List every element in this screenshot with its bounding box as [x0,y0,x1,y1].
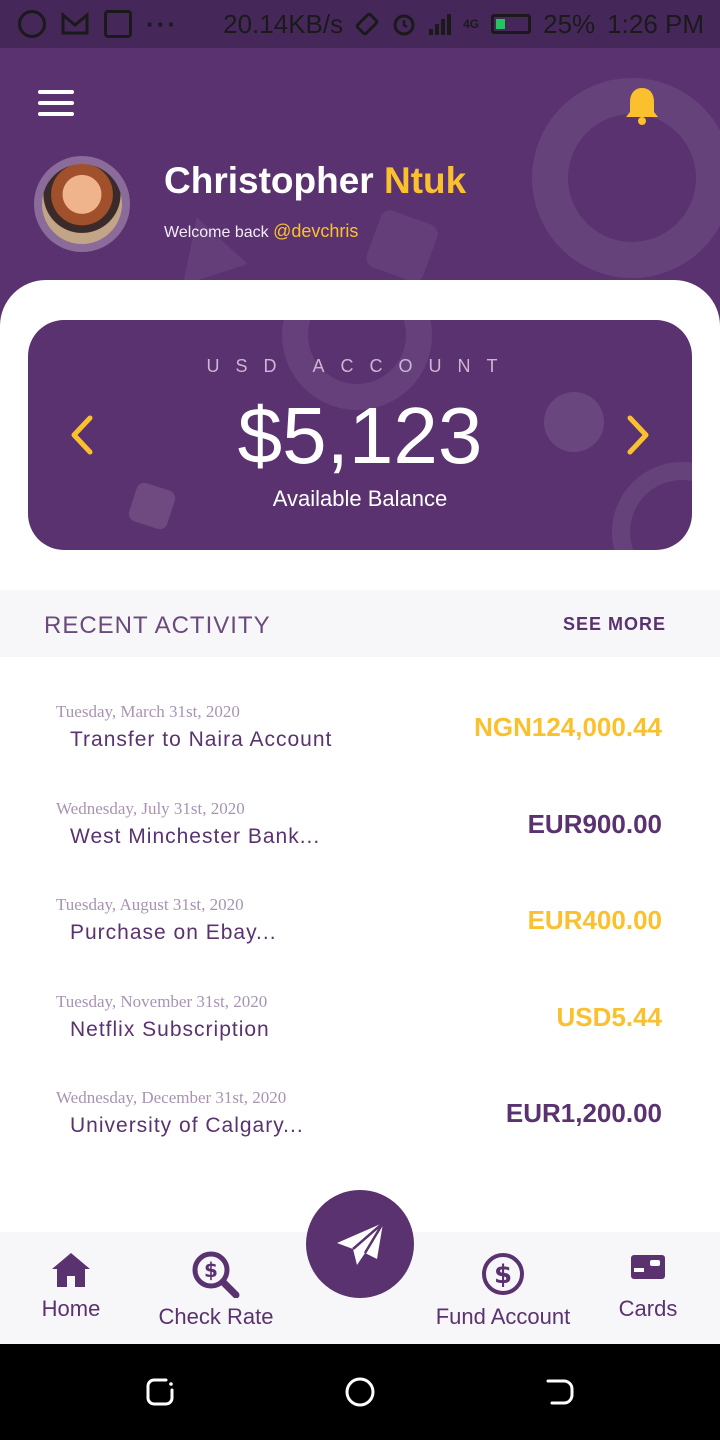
chevron-right-icon[interactable] [624,412,654,458]
chevron-left-icon[interactable] [66,412,96,458]
nav-cards[interactable]: Cards [612,1250,684,1322]
last-name: Ntuk [383,160,467,201]
menu-icon[interactable] [38,90,74,116]
svg-text:$: $ [204,1258,218,1282]
transaction-amount: EUR400.00 [527,905,662,935]
home-icon [52,1253,90,1287]
transaction-description: Netflix Subscription [70,1017,270,1041]
network-speed: 20.14KB/s [223,8,344,39]
card-icon [631,1255,665,1279]
search-dollar-icon: $ [192,1251,240,1298]
welcome-line: Welcome back @devchris [164,221,358,242]
first-name: Christopher [164,160,374,201]
nav-fund-account[interactable]: $ Fund Account [428,1250,578,1330]
system-nav-bar [0,1344,720,1440]
back-icon[interactable] [544,1376,576,1408]
svg-text:$: $ [494,1260,512,1290]
transaction-description: Transfer to Naira Account [70,728,333,751]
signal-icon [429,13,452,35]
clock: 1:26 PM [607,8,704,39]
whatsapp-icon [18,10,46,38]
transaction-date: Wednesday, December 31st, 2020 [56,1088,287,1107]
avatar[interactable] [34,156,130,252]
decor-triangle [164,206,248,286]
user-name: Christopher Ntuk [164,160,466,202]
nav-home-label: Home [41,1296,101,1321]
transaction-row[interactable]: Tuesday, March 31st, 2020 Transfer to Na… [0,700,720,797]
balance-amount: $5,123 [237,391,483,480]
transaction-amount: USD5.44 [556,1001,663,1032]
rotate-icon [355,12,379,36]
balance-caption: Available Balance [272,486,448,511]
transaction-amount: EUR1,200.00 [505,1098,662,1128]
more-notifications-icon: ··· [146,8,178,39]
dollar-circle-icon: $ [482,1253,524,1295]
battery-percent: 25% [543,8,596,39]
nav-home[interactable]: Home [30,1250,112,1322]
status-bar: ··· 20.14KB/s 4G 25% 1:26 PM [0,0,720,48]
nav-check-rate[interactable]: $ Check Rate [150,1250,282,1330]
home-circle-icon[interactable] [344,1376,376,1408]
transaction-row[interactable]: Wednesday, December 31st, 2020 Universit… [0,1086,720,1183]
account-label: USD ACCOUNT [206,356,514,376]
battery-icon [491,14,532,34]
alarm-icon [393,14,415,36]
welcome-text: Welcome back [164,224,269,241]
transaction-row[interactable]: Wednesday, July 31st, 2020 West Minchest… [0,797,720,894]
transaction-date: Tuesday, March 31st, 2020 [56,702,240,721]
nav-check-rate-label: Check Rate [158,1304,274,1329]
nav-fund-account-label: Fund Account [435,1304,571,1329]
transaction-description: West Minchester Bank... [70,824,321,848]
transaction-description: University of Calgary... [70,1114,304,1137]
transaction-date: Tuesday, August 31st, 2020 [56,895,244,914]
recents-icon[interactable] [144,1376,176,1408]
send-icon [337,1222,385,1265]
recent-activity-header: RECENT ACTIVITY SEE MORE [0,590,720,657]
gmail-icon [61,12,89,35]
avatar-photo [42,164,122,244]
transaction-amount: EUR900.00 [527,808,662,839]
transaction-date: Wednesday, July 31st, 2020 [56,798,245,818]
network-type: 4G [463,17,480,31]
transaction-description: Purchase on Ebay... [70,921,277,944]
transaction-row[interactable]: Tuesday, August 31st, 2020 Purchase on E… [0,893,720,990]
balance-card: USD ACCOUNT $5,123 Available Balance [28,320,692,550]
see-more-link[interactable]: SEE MORE [563,614,666,635]
transaction-date: Tuesday, November 31st, 2020 [56,991,268,1011]
send-button[interactable] [306,1190,414,1298]
transaction-list: Tuesday, March 31st, 2020 Transfer to Na… [0,700,720,1183]
cast-icon [104,10,132,38]
user-handle: @devchris [273,221,359,241]
nav-cards-label: Cards [618,1296,678,1321]
section-title: RECENT ACTIVITY [44,612,271,639]
bell-icon[interactable] [622,84,662,126]
transaction-amount: NGN124,000.44 [474,712,662,742]
decor-square [363,207,441,285]
transaction-row[interactable]: Tuesday, November 31st, 2020 Netflix Sub… [0,990,720,1087]
